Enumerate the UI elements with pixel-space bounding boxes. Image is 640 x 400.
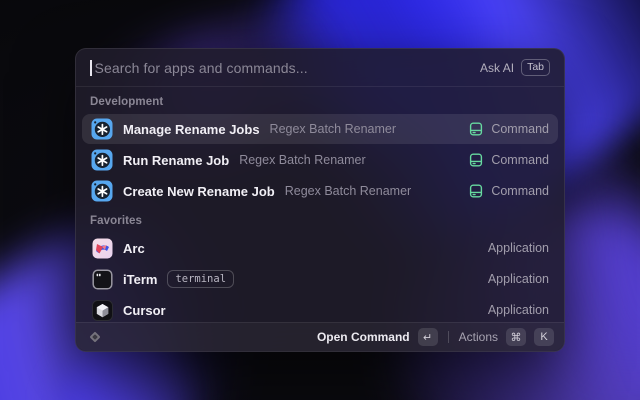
item-tag: terminal (167, 270, 234, 288)
section-header-favorites: Favorites (90, 215, 550, 227)
item-subtitle: Regex Batch Renamer (270, 122, 396, 136)
item-type: Application (488, 272, 549, 286)
section-header-development: Development (90, 96, 550, 108)
regex-batch-renamer-extension-icon (91, 149, 113, 171)
search-bar: Search for apps and commands... Ask AI T… (76, 49, 564, 87)
results-list: Development Manage Rename Jobs Regex Bat… (76, 87, 564, 322)
desktop-wallpaper: Search for apps and commands... Ask AI T… (0, 0, 640, 400)
item-subtitle: Regex Batch Renamer (285, 184, 411, 198)
footer-bar: Open Command ↵ Actions ⌘ K (76, 322, 564, 351)
enter-keycap: ↵ (418, 328, 438, 346)
text-caret (90, 60, 92, 76)
list-item-run-rename-job[interactable]: Run Rename Job Regex Batch Renamer Comma… (82, 145, 558, 175)
k-keycap: K (534, 328, 554, 346)
item-title: Cursor (123, 303, 166, 318)
raycast-logo-icon (86, 328, 104, 346)
actions-button[interactable]: Actions (459, 330, 498, 344)
item-title: iTerm (123, 272, 157, 287)
item-type: Command (491, 153, 549, 167)
list-item-manage-rename-jobs[interactable]: Manage Rename Jobs Regex Batch Renamer C… (82, 114, 558, 144)
ask-ai-button[interactable]: Ask AI Tab (480, 59, 550, 77)
list-item-cursor[interactable]: Cursor Application (82, 295, 558, 322)
list-item-create-new-rename-job[interactable]: Create New Rename Job Regex Batch Rename… (82, 176, 558, 206)
regex-batch-renamer-extension-icon (91, 118, 113, 140)
item-type: Command (491, 122, 549, 136)
open-command-button[interactable]: Open Command (317, 330, 410, 344)
list-item-iterm[interactable]: iTerm terminal Application (82, 264, 558, 294)
list-item-arc[interactable]: Arc Application (82, 233, 558, 263)
item-type: Application (488, 241, 549, 255)
ask-ai-label: Ask AI (480, 61, 514, 75)
item-title: Run Rename Job (123, 153, 229, 168)
regex-batch-renamer-extension-icon (91, 180, 113, 202)
item-title: Manage Rename Jobs (123, 122, 260, 137)
item-subtitle: Regex Batch Renamer (239, 153, 365, 167)
command-icon (468, 183, 484, 199)
tab-keycap: Tab (521, 59, 550, 77)
arc-app-icon (91, 237, 113, 259)
footer-divider (448, 331, 449, 343)
item-type: Command (491, 184, 549, 198)
command-icon (468, 121, 484, 137)
iterm-app-icon (91, 268, 113, 290)
launcher-window: Search for apps and commands... Ask AI T… (75, 48, 565, 352)
command-icon (468, 152, 484, 168)
item-title: Arc (123, 241, 145, 256)
cmd-keycap: ⌘ (506, 328, 526, 346)
item-type: Application (488, 303, 549, 317)
cursor-app-icon (91, 299, 113, 321)
item-title: Create New Rename Job (123, 184, 275, 199)
search-input[interactable]: Search for apps and commands... (95, 60, 481, 76)
